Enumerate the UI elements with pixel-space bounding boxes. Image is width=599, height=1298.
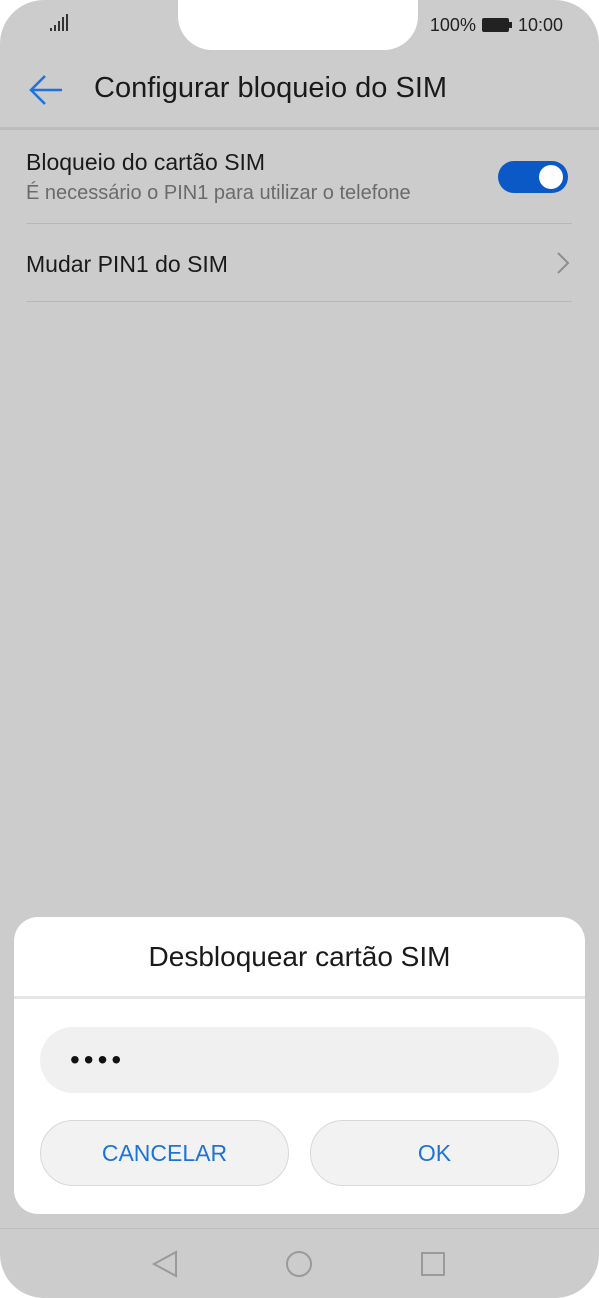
cancel-button[interactable]: CANCELAR <box>40 1120 289 1186</box>
arrow-left-icon[interactable] <box>26 70 66 110</box>
dialog-title: Desbloquear cartão SIM <box>148 941 451 972</box>
change-pin-row[interactable]: Mudar PIN1 do SIM <box>26 224 572 302</box>
change-pin-title: Mudar PIN1 do SIM <box>26 251 228 277</box>
page-title: Configurar bloqueio do SIM <box>94 72 448 104</box>
sim-lock-subtitle: É necessário o PIN1 para utilizar o tele… <box>26 182 411 204</box>
navigation-bar <box>0 1228 599 1298</box>
chevron-right-icon <box>557 252 570 274</box>
sim-lock-title: Bloqueio do cartão SIM <box>26 149 266 175</box>
circle-home-icon[interactable] <box>284 1249 314 1279</box>
status-bar: 100% 10:00 <box>0 0 599 50</box>
camera-notch <box>178 0 418 50</box>
square-recent-icon[interactable] <box>418 1249 448 1279</box>
ok-button[interactable]: OK <box>310 1120 559 1186</box>
battery-icon <box>481 18 512 32</box>
unlock-sim-dialog: Desbloquear cartão SIM •••• CANCELAR OK <box>14 917 585 1214</box>
sim-lock-toggle[interactable] <box>498 161 568 193</box>
signal-strength-icon <box>50 14 68 31</box>
dialog-divider <box>14 996 585 999</box>
clock: 10:00 <box>517 14 563 35</box>
battery-percent: 100% <box>429 14 476 35</box>
sim-lock-row[interactable]: Bloqueio do cartão SIM É necessário o PI… <box>26 133 572 224</box>
status-right: 100% 10:00 <box>430 13 563 37</box>
phone-screen: 100% 10:00 Configurar bloqueio do SIM Bl… <box>0 0 599 1298</box>
app-bar: Configurar bloqueio do SIM <box>0 50 599 130</box>
pin-masked-value: •••• <box>70 1044 126 1075</box>
settings-list: Bloqueio do cartão SIM É necessário o PI… <box>26 133 572 302</box>
triangle-back-icon[interactable] <box>150 1249 180 1279</box>
toggle-knob <box>539 165 563 189</box>
